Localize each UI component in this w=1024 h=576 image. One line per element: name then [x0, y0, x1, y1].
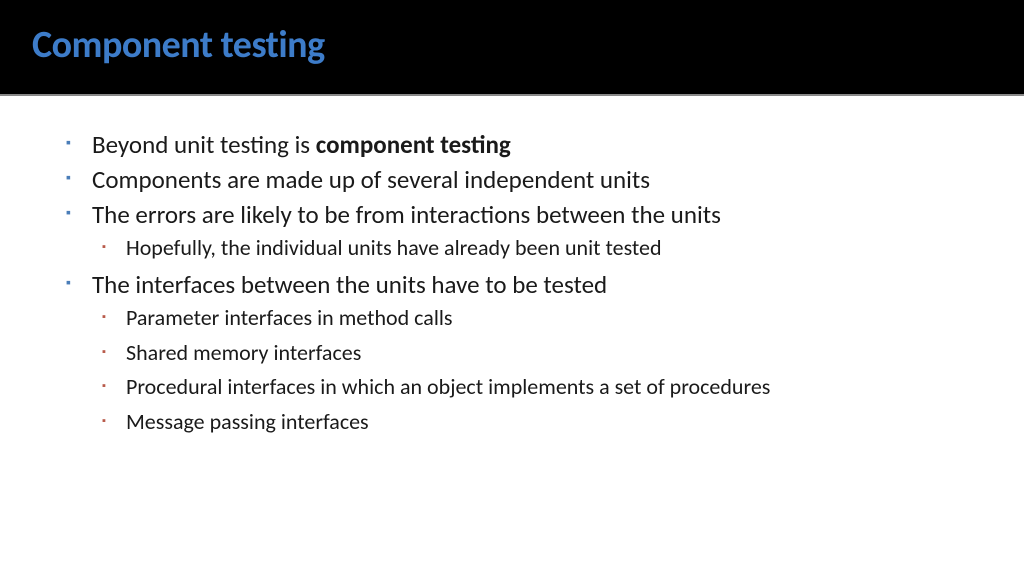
bullet-text-bold: component testing: [316, 129, 511, 160]
bullet-item: Components are made up of several indepe…: [64, 163, 980, 196]
bullet-item: Beyond unit testing is component testing: [64, 128, 980, 161]
sub-bullet-item: Shared memory interfaces: [100, 338, 980, 369]
slide-title: Component testing: [32, 22, 992, 68]
bullet-item: The interfaces between the units have to…: [64, 268, 980, 438]
sub-bullet-item: Hopefully, the individual units have alr…: [100, 233, 980, 264]
sub-bullet-item: Procedural interfaces in which an object…: [100, 372, 980, 403]
bullet-text-prefix: Beyond unit testing is: [92, 129, 316, 160]
sub-bullet-text: Procedural interfaces in which an object…: [126, 373, 770, 400]
bullet-text: The errors are likely to be from interac…: [92, 199, 721, 230]
sub-bullet-text: Parameter interfaces in method calls: [126, 304, 453, 331]
slide-header: Component testing: [0, 0, 1024, 96]
bullet-list: Beyond unit testing is component testing…: [64, 128, 980, 438]
bullet-text: Components are made up of several indepe…: [92, 164, 650, 195]
sub-bullet-item: Message passing interfaces: [100, 407, 980, 438]
slide-content: Beyond unit testing is component testing…: [0, 96, 1024, 462]
bullet-item: The errors are likely to be from interac…: [64, 198, 980, 264]
sub-bullet-text: Hopefully, the individual units have alr…: [126, 234, 662, 261]
sub-bullet-list: Hopefully, the individual units have alr…: [92, 233, 980, 264]
sub-bullet-text: Shared memory interfaces: [126, 339, 361, 366]
sub-bullet-item: Parameter interfaces in method calls: [100, 303, 980, 334]
bullet-text: The interfaces between the units have to…: [92, 269, 607, 300]
sub-bullet-list: Parameter interfaces in method calls Sha…: [92, 303, 980, 438]
sub-bullet-text: Message passing interfaces: [126, 408, 369, 435]
